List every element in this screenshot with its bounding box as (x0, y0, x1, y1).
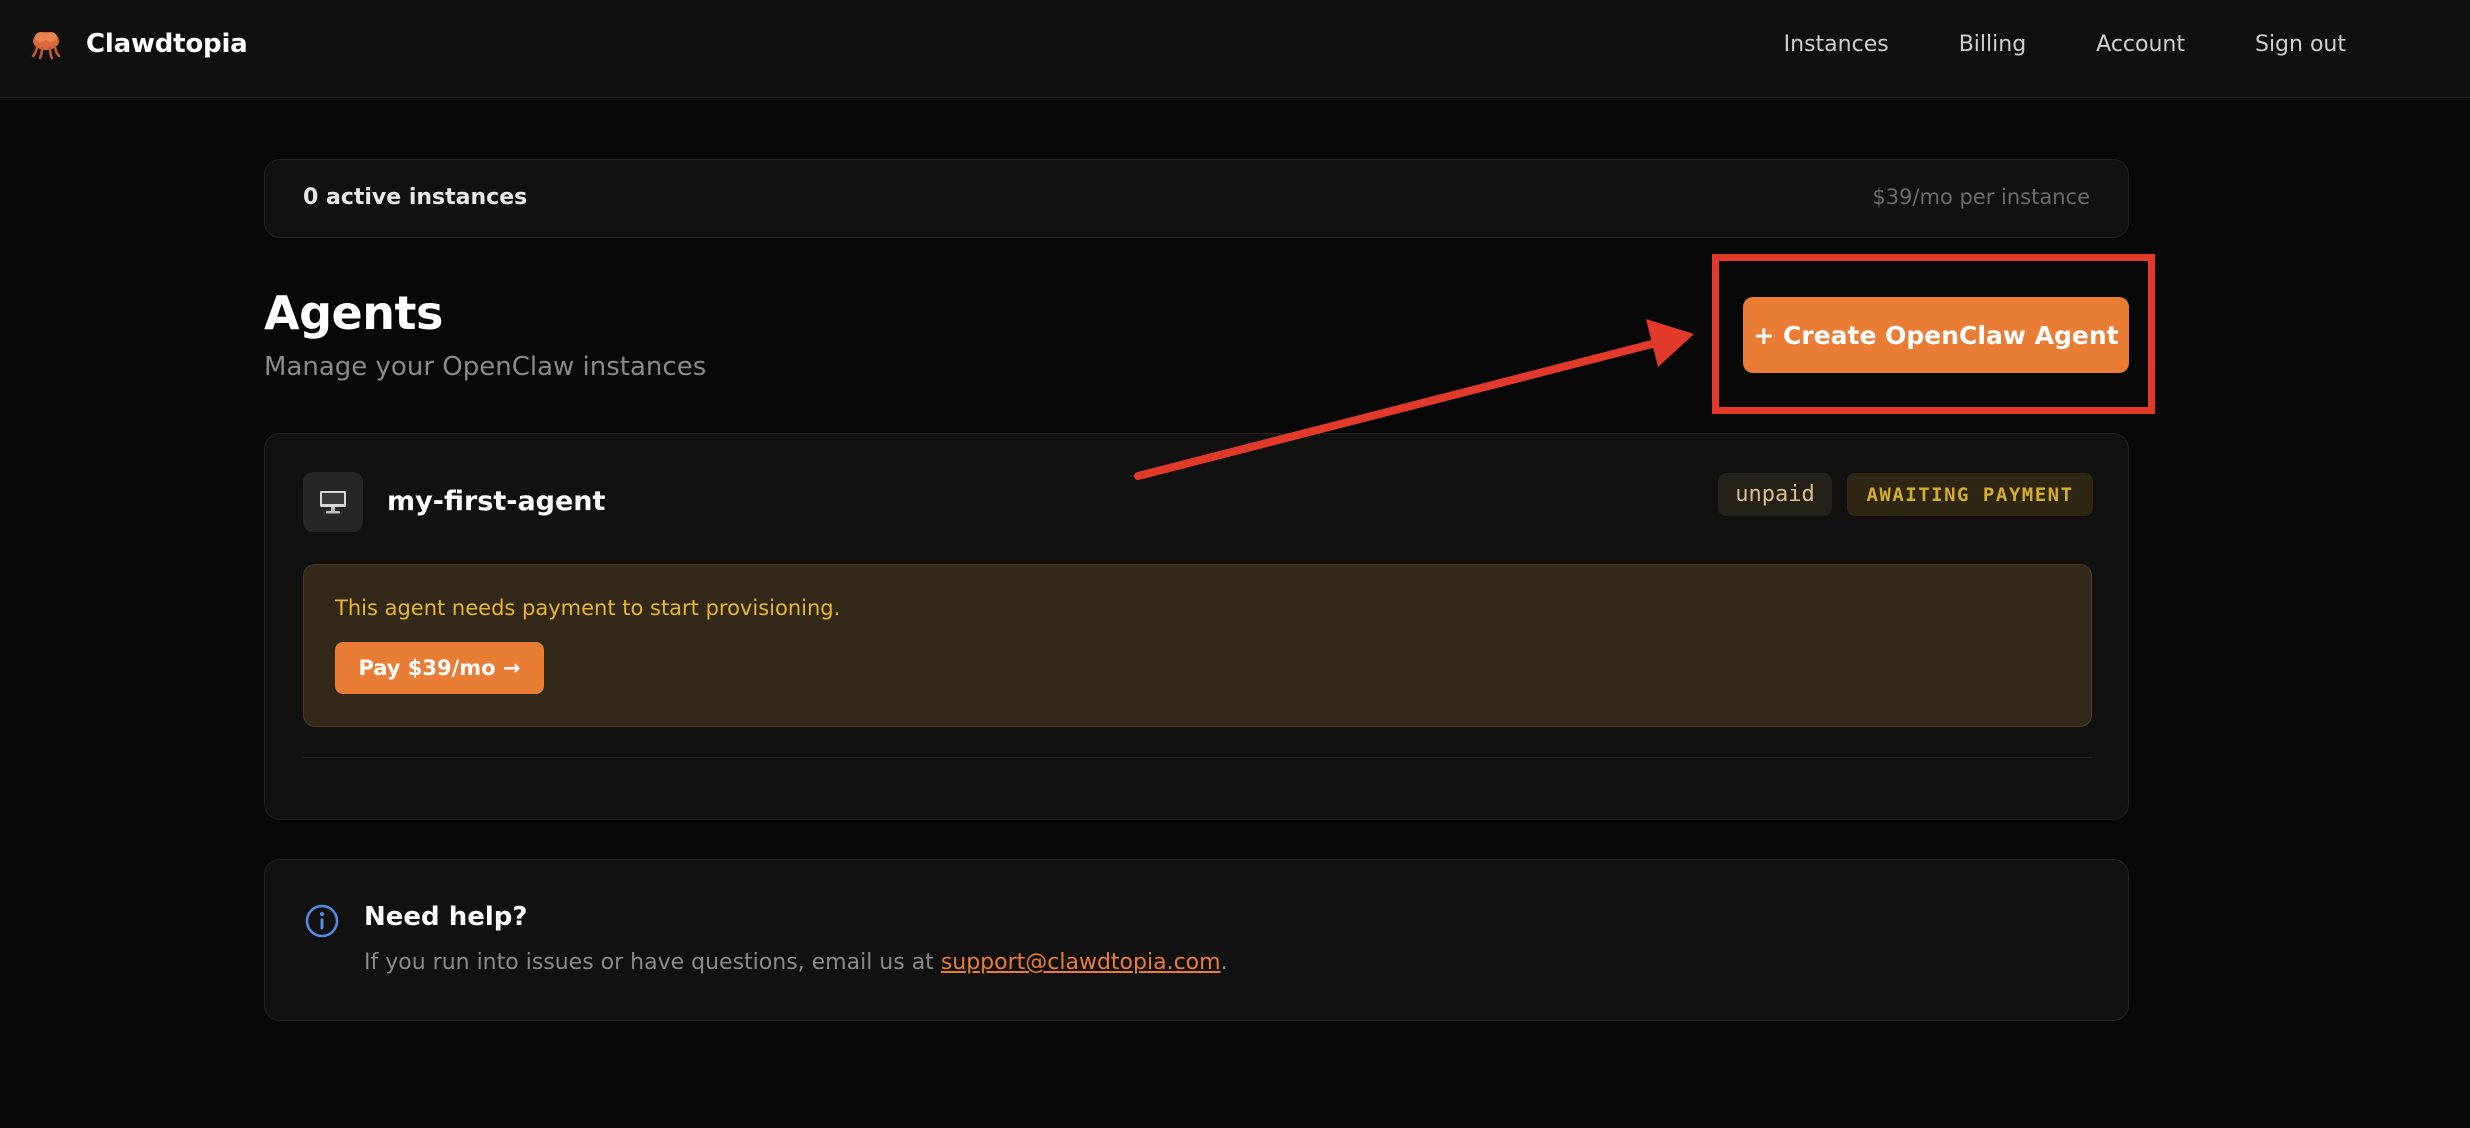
page-title: Agents (264, 286, 443, 340)
claw-logo-icon (31, 32, 61, 60)
main-nav: Instances Billing Account Sign out (1784, 24, 2346, 64)
monitor-icon (303, 472, 363, 532)
help-text: If you run into issues or have questions… (364, 950, 1228, 975)
help-text-prefix: If you run into issues or have questions… (364, 950, 941, 975)
payment-required-notice: This agent needs payment to start provis… (303, 564, 2092, 727)
active-instances-count: 0 active instances (303, 185, 528, 210)
create-agent-button[interactable]: + Create OpenClaw Agent (1743, 297, 2129, 373)
nav-item-instances[interactable]: Instances (1784, 32, 1889, 57)
page-subtitle: Manage your OpenClaw instances (264, 352, 707, 382)
info-icon (305, 904, 339, 938)
instances-summary-bar: 0 active instances $39/mo per instance (264, 159, 2129, 238)
agent-status-badge: AWAITING PAYMENT (1847, 473, 2093, 516)
agent-card: my-first-agent unpaid AWAITING PAYMENT T… (264, 433, 2129, 820)
payment-required-message: This agent needs payment to start provis… (335, 596, 841, 620)
nav-item-sign-out[interactable]: Sign out (2255, 32, 2346, 57)
support-email-link[interactable]: support@clawdtopia.com (941, 950, 1221, 975)
card-divider (303, 757, 2092, 758)
payment-status-badge: unpaid (1718, 473, 1832, 516)
brand-name: Clawdtopia (86, 29, 248, 59)
price-per-instance: $39/mo per instance (1872, 185, 2090, 209)
help-card: Need help? If you run into issues or hav… (264, 859, 2129, 1021)
brand-home-link[interactable]: Clawdtopia (28, 22, 248, 66)
nav-item-billing[interactable]: Billing (1959, 32, 2026, 57)
top-navigation-bar: Clawdtopia Instances Billing Account Sig… (0, 0, 2470, 98)
nav-item-account[interactable]: Account (2096, 32, 2185, 57)
pay-button[interactable]: Pay $39/mo → (335, 642, 544, 694)
help-text-suffix: . (1220, 950, 1228, 975)
help-title: Need help? (364, 902, 528, 932)
agent-name[interactable]: my-first-agent (387, 486, 605, 517)
